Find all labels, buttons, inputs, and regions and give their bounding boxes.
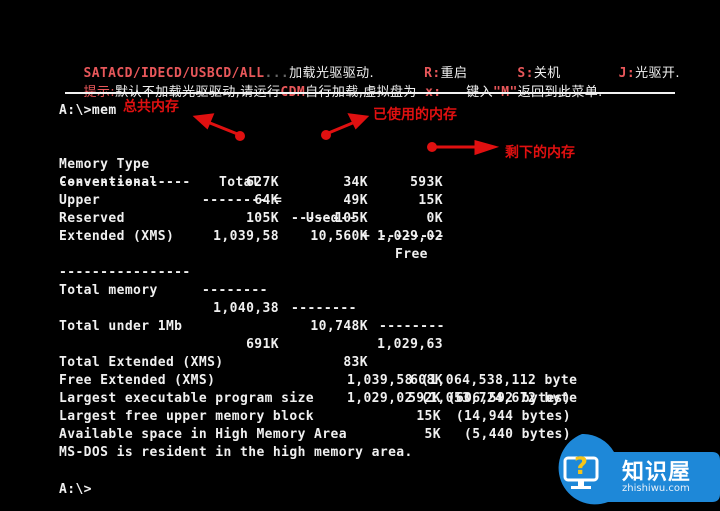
arrow-free-head [474, 140, 500, 156]
arrow-used-dot [321, 130, 331, 140]
annotation-used-memory: 已使用的内存 [373, 107, 457, 123]
arrow-total-dot [235, 131, 245, 141]
arrow-free-dot [427, 142, 437, 152]
watermark-logo: ? 知识屋 zhishiwu.com [546, 433, 720, 507]
arrow-total-head [192, 113, 215, 130]
annotation-free-memory: 剩下的内存 [505, 145, 575, 161]
watermark-url: zhishiwu.com [622, 483, 690, 494]
watermark-name: 知识屋 [622, 460, 692, 485]
arrow-used-head [347, 113, 370, 130]
annotation-arrows [192, 113, 500, 156]
annotation-total-memory: 总共内存 [123, 99, 179, 115]
arrow-used-line [325, 120, 356, 136]
svg-text:?: ? [574, 452, 588, 480]
